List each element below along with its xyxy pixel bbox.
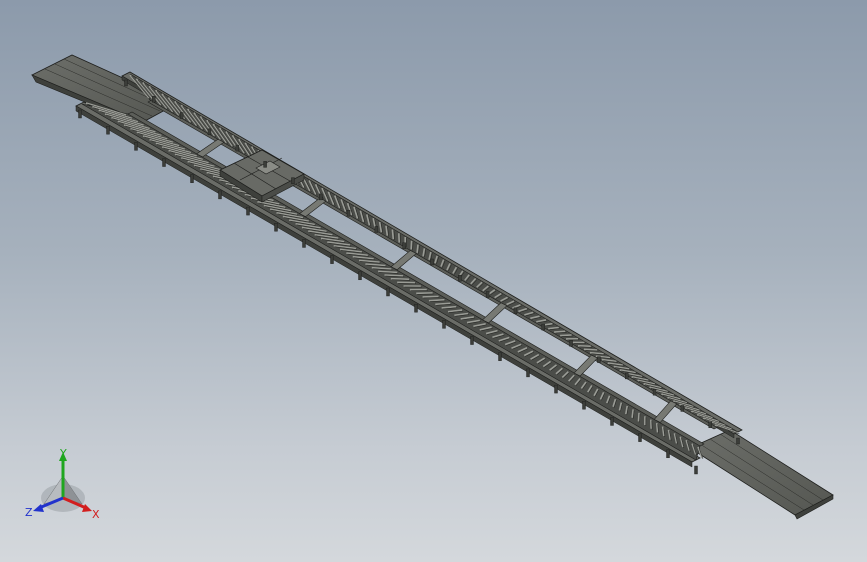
y-axis-label: Y [59,447,67,460]
support-leg [582,401,586,410]
support-leg [554,384,558,394]
support-leg [124,79,128,87]
support-leg [541,323,545,331]
roller [631,409,634,418]
cross-member [482,302,508,324]
support-leg [638,433,642,442]
support-leg [708,421,712,428]
support-leg [134,142,138,151]
support-leg [666,449,670,459]
support-leg [513,307,518,315]
roller [422,295,439,298]
support-leg [652,388,657,396]
roller-bed-lower[interactable] [81,103,701,461]
support-leg [291,177,295,184]
support-leg [319,193,323,201]
support-leg [346,209,351,217]
roller [391,229,395,240]
frame-rails[interactable] [75,71,743,468]
support-leg [569,340,573,347]
support-leg [207,128,212,136]
support-leg [610,417,614,426]
support-leg [736,437,740,445]
support-leg [526,368,530,378]
cross-member [573,354,598,377]
support-leg [330,255,334,264]
roller [428,299,445,302]
x-axis-label: X [92,508,100,521]
support-leg [263,161,267,168]
roller [554,330,566,333]
orientation-triad: Y X Z [25,447,100,521]
cross-member [196,138,225,158]
support-leg [625,372,629,380]
support-leg [498,352,502,361]
support-leg [274,223,278,232]
cross-member [390,250,417,271]
support-leg [470,336,474,345]
roller [416,244,419,253]
support-leg [430,258,434,266]
roller [384,274,404,277]
z-axis-label: Z [25,506,33,519]
support-leg [218,190,222,200]
right-ramp-plate[interactable] [689,429,834,520]
support-leg [246,206,250,216]
support-leg [414,303,418,313]
support-leg [442,320,446,329]
support-leg [402,242,406,249]
support-leg [386,287,390,297]
support-leg [458,275,462,282]
roller [583,348,598,351]
roller [390,277,410,281]
support-leg [78,109,82,119]
support-leg [680,405,685,412]
support-leg [235,144,239,152]
cross-member [299,197,327,217]
support-leg [190,174,194,183]
support-leg [152,96,156,103]
roller [548,326,559,330]
support-leg [694,465,698,475]
roller [435,302,451,306]
support-leg [106,125,110,135]
support-leg [179,112,184,119]
graphics-viewport[interactable]: Y X Z [0,0,867,562]
support-leg [485,291,490,298]
cross-member [653,400,678,423]
roller [637,412,640,422]
support-leg [162,158,166,167]
support-leg [358,271,362,281]
support-leg [597,356,601,363]
conveyor-model[interactable] [0,0,867,562]
roller-bed-upper[interactable] [129,73,739,433]
support-leg [374,226,379,233]
support-leg [302,239,306,248]
roller [655,422,659,433]
x-axis-arrow-icon [82,504,92,512]
